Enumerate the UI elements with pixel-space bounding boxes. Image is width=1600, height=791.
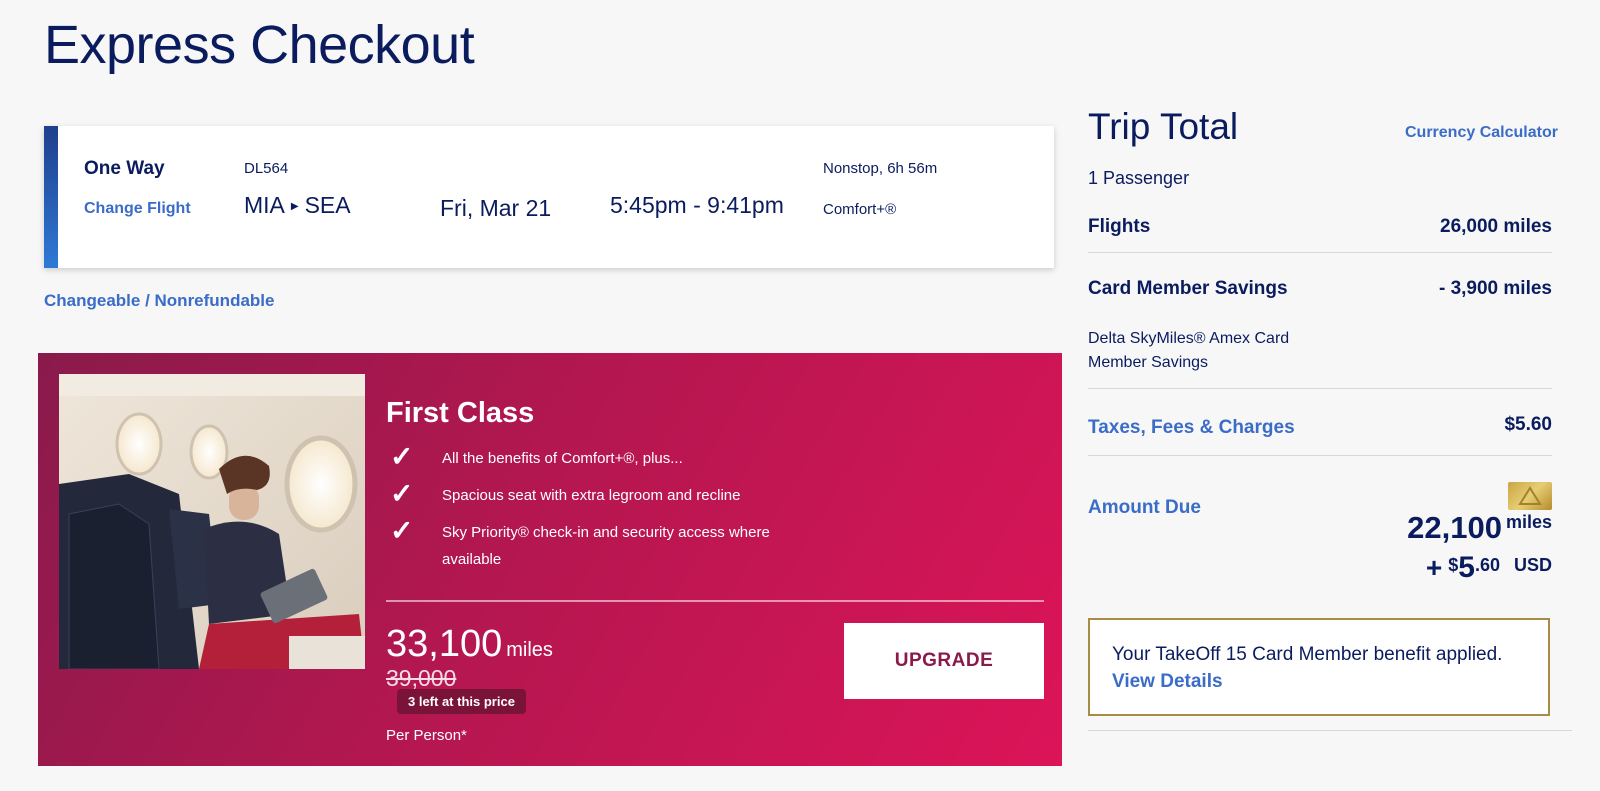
currency-symbol: $ (1448, 555, 1459, 575)
change-flight-link[interactable]: Change Flight (84, 200, 191, 218)
trip-total-title: Trip Total (1088, 106, 1239, 147)
credit-card-icon (1508, 482, 1552, 510)
taxes-fees-link[interactable]: Taxes, Fees & Charges (1088, 417, 1295, 439)
flight-card: One Way Change Flight DL564 MIA ▶ SEA Fri,… (44, 126, 1054, 268)
benefit-text: Sky Priority® check-in and security acce… (442, 524, 770, 568)
passenger-count: 1 Passenger (1088, 168, 1190, 188)
savings-value: - 3,900 miles (1438, 278, 1552, 299)
flight-cabin: Comfort+® (823, 201, 897, 218)
upgrade-miles: 33,100 (386, 623, 503, 665)
origin-airport: MIA (244, 192, 285, 218)
divider (1088, 388, 1552, 389)
benefit-text: Spacious seat with extra legroom and rec… (442, 487, 741, 504)
card-benefit-text: Your TakeOff 15 Card Member benefit appl… (1112, 644, 1503, 665)
savings-note: Delta SkyMiles® Amex Card Member Savings (1088, 330, 1290, 371)
amount-due-link[interactable]: Amount Due (1088, 497, 1201, 519)
benefit-item: ✓ All the benefits of Comfort+®, plus... (386, 441, 806, 472)
upgrade-divider (386, 600, 1044, 602)
destination-airport: SEA (304, 192, 351, 218)
upgrade-title: First Class (386, 397, 535, 429)
flight-number: DL564 (244, 160, 289, 177)
upgrade-button[interactable]: UPGRADE (844, 623, 1044, 699)
trip-type-label: One Way (84, 158, 165, 179)
fare-rules-link[interactable]: Changeable / Nonrefundable (44, 291, 274, 311)
per-person-note: Per Person* (386, 727, 467, 744)
page-title: Express Checkout (44, 15, 475, 75)
checkmark-icon: ✓ (390, 478, 414, 509)
currency-calculator-link[interactable]: Currency Calculator (1405, 124, 1558, 142)
amount-whole: 5 (1458, 551, 1475, 584)
amount-due-miles: 22,100 miles (1407, 510, 1552, 546)
divider (1088, 455, 1552, 456)
amount-cents: .60 (1474, 555, 1500, 575)
plus-sign: + (1425, 552, 1443, 583)
flight-stops-duration: Nonstop, 6h 56m (823, 160, 938, 177)
card-benefit-notice: Your TakeOff 15 Card Member benefit appl… (1088, 618, 1550, 716)
first-class-photo (59, 374, 365, 669)
savings-label: Card Member Savings (1088, 278, 1288, 299)
checkmark-icon: ✓ (390, 441, 414, 472)
upgrade-price: 33,100 miles (386, 623, 553, 666)
upgrade-panel: First Class ✓ All the benefits of Comfor… (38, 353, 1062, 766)
flights-label: Flights (1088, 216, 1151, 237)
benefit-item: ✓ Sky Priority® check-in and security ac… (386, 515, 806, 573)
view-details-link[interactable]: View Details (1112, 671, 1223, 693)
benefit-text: All the benefits of Comfort+®, plus... (442, 450, 683, 467)
currency-code: USD (1513, 555, 1552, 575)
benefit-item: ✓ Spacious seat with extra legroom and r… (386, 478, 806, 509)
divider (1088, 730, 1572, 731)
flight-card-accent-bar (44, 126, 58, 268)
flights-value: 26,000 miles (1440, 216, 1552, 237)
flight-date: Fri, Mar 21 (440, 195, 552, 221)
flight-times: 5:45pm - 9:41pm (610, 192, 784, 218)
upgrade-miles-unit: miles (506, 639, 553, 661)
amount-due-cash: + $5.60 USD (1426, 551, 1552, 585)
amount-miles-unit: miles (1505, 512, 1552, 532)
flight-route: MIA ▶ SEA (244, 192, 351, 219)
route-arrow-icon: ▶ (290, 201, 299, 212)
taxes-value: $5.60 (1504, 414, 1552, 435)
original-miles: 39,000 (386, 665, 457, 691)
amount-miles-value: 22,100 (1407, 510, 1502, 545)
divider (1088, 252, 1552, 253)
availability-badge: 3 left at this price (397, 689, 526, 714)
checkmark-icon: ✓ (390, 515, 414, 546)
